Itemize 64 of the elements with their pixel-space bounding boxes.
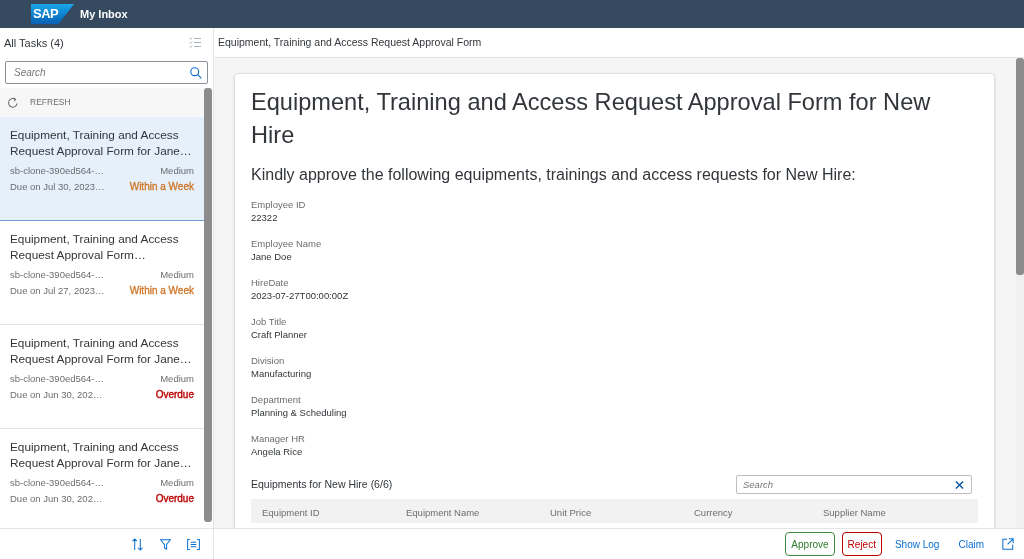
task-due: Due on Jun 30, 202…: [10, 388, 103, 401]
field-label: Manager HR: [251, 432, 305, 445]
action-button[interactable]: Claim: [952, 532, 990, 556]
form-title: Equipment, Training and Access Request Approval Form for New Hire: [251, 88, 932, 150]
field-value: 2023-07-27T00:00:00Z: [251, 289, 349, 302]
field-value: Craft Planner: [251, 328, 307, 341]
approve-button[interactable]: Approve: [785, 532, 835, 556]
task-due: Due on Jul 30, 2023…: [10, 180, 105, 193]
field-label: Department: [251, 393, 301, 406]
task-title: Equipment, Training and Access Request Approval Form for Jane…: [10, 127, 193, 159]
task-id: sb-clone-390ed564-…: [10, 476, 104, 489]
task-priority: Medium: [160, 268, 194, 281]
reject-button[interactable]: Reject: [841, 532, 882, 556]
field-value: Manufacturing: [251, 367, 312, 380]
share-icon[interactable]: [1002, 538, 1014, 550]
field-label: Job Title: [251, 315, 287, 328]
task-priority: Medium: [160, 476, 194, 489]
task-id: sb-clone-390ed564-…: [10, 372, 104, 385]
task-due: Due on Jun 30, 202…: [10, 492, 103, 505]
task-title: Equipment, Training and Access Request Approval Form…: [10, 231, 180, 263]
filter-icon[interactable]: [160, 538, 171, 550]
task-priority: Medium: [160, 164, 194, 177]
column-header: Currency: [694, 507, 733, 518]
task-status: Overdue: [155, 492, 194, 505]
field-label: HireDate: [251, 276, 289, 289]
column-header: Equipment ID: [262, 507, 320, 518]
field-value: Jane Doe: [251, 250, 292, 263]
form-subtitle: Kindly approve the following equipments, trainings and access requests for New Hire:: [251, 165, 857, 185]
field-value: Planning & Scheduling: [251, 406, 347, 419]
task-due: Due on Jul 27, 2023…: [10, 284, 105, 297]
table-title: Equipments for New Hire (6/6): [251, 476, 393, 492]
task-item[interactable]: Equipment, Training and Access Request Approval Form for Jane… sb-clone-390ed564-… Medium Due on Jul 30, 2023… Within a Week: [0, 117, 204, 221]
task-id: sb-clone-390ed564-…: [10, 164, 104, 177]
field-label: Employee Name: [251, 237, 322, 250]
scrollbar-thumb[interactable]: [204, 88, 212, 522]
task-status: Overdue: [155, 388, 194, 401]
app-title: My Inbox: [80, 6, 128, 22]
column-header: Unit Price: [550, 507, 592, 518]
sort-icon[interactable]: [131, 537, 144, 551]
checklist-icon[interactable]: [189, 37, 201, 49]
search-field[interactable]: Search: [736, 475, 972, 494]
task-status: Within a Week: [129, 284, 194, 297]
task-title: Equipment, Training and Access Request Approval Form for Jane…: [10, 439, 193, 471]
list-title: All Tasks (4): [4, 35, 64, 51]
list-brackets-icon[interactable]: [187, 538, 200, 550]
field-label: Employee ID: [251, 198, 306, 211]
scrollbar-thumb[interactable]: [1016, 58, 1024, 275]
task-title: Equipment, Training and Access Request Approval Form for Jane…: [10, 335, 193, 367]
column-header: Equipment Name: [406, 507, 480, 518]
detail-title: Equipment, Training and Access Request Approval Form: [218, 34, 482, 50]
field-value: 22322: [251, 211, 278, 224]
action-button[interactable]: Show Log: [888, 532, 946, 556]
search-field[interactable]: Search: [5, 61, 208, 84]
clear-icon[interactable]: [955, 480, 964, 489]
task-status: Within a Week: [129, 180, 194, 193]
refresh-icon: [7, 96, 19, 109]
field-label: Division: [251, 354, 285, 367]
refresh-button[interactable]: REFRESH: [0, 88, 204, 117]
task-id: sb-clone-390ed564-…: [10, 268, 104, 281]
task-priority: Medium: [160, 372, 194, 385]
field-value: Angela Rice: [251, 445, 303, 458]
logo: SAP: [31, 4, 74, 24]
column-header: Supplier Name: [823, 507, 886, 518]
search-icon: [190, 66, 202, 79]
